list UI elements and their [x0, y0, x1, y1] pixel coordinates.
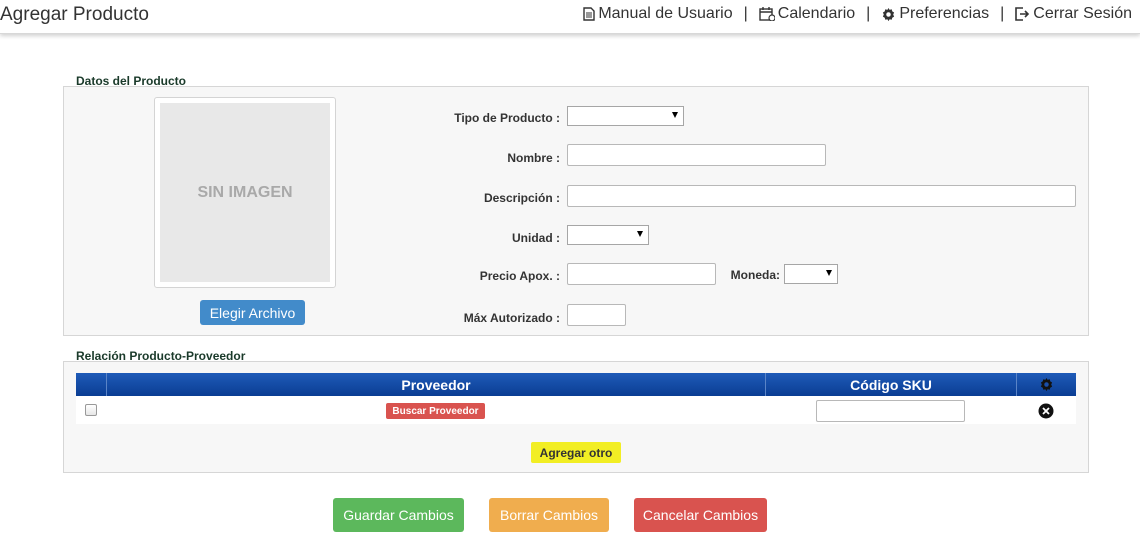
- description-label: Descripción :: [483, 191, 560, 205]
- calendar-icon: [759, 7, 775, 21]
- gear-icon: [883, 7, 895, 21]
- clear-button[interactable]: Borrar Cambios: [489, 498, 609, 532]
- price-label: Precio Apox. :: [479, 269, 560, 283]
- manual-link[interactable]: Manual de Usuario: [583, 5, 733, 23]
- chevron-down-icon: [826, 270, 832, 276]
- row-checkbox[interactable]: [85, 404, 97, 416]
- product-image: SIN IMAGEN: [154, 97, 336, 288]
- calendar-link[interactable]: Calendario: [759, 5, 855, 23]
- document-icon: [583, 7, 596, 21]
- preferences-link-label: Preferencias: [899, 5, 990, 22]
- sku-column-header: Código SKU: [766, 373, 1017, 396]
- table-row: Buscar Proveedor: [76, 396, 1076, 424]
- name-label: Nombre :: [507, 151, 560, 165]
- nav-separator: |: [1000, 5, 1005, 22]
- chevron-down-icon: [637, 231, 643, 237]
- preferences-link[interactable]: Preferencias: [881, 5, 989, 23]
- cancel-button[interactable]: Cancelar Cambios: [634, 498, 767, 532]
- choose-file-button[interactable]: Elegir Archivo: [200, 300, 305, 325]
- unit-label: Unidad :: [512, 231, 560, 245]
- type-label: Tipo de Producto :: [454, 111, 560, 125]
- select-column-header: [76, 373, 107, 396]
- name-input[interactable]: [567, 144, 826, 166]
- max-label: Máx Autorizado :: [463, 311, 560, 325]
- top-bar: Agregar Producto Manual de Usuario | Cal…: [0, 0, 1140, 34]
- logout-link[interactable]: Cerrar Sesión: [1015, 5, 1132, 23]
- add-another-button[interactable]: Agregar otro: [531, 442, 621, 463]
- chevron-down-icon: [672, 112, 678, 118]
- top-nav: Manual de Usuario | Calendario | Prefere…: [583, 5, 1132, 23]
- manual-link-label: Manual de Usuario: [598, 5, 733, 22]
- unit-select[interactable]: [567, 225, 649, 245]
- supplier-column-header: Proveedor: [107, 373, 766, 396]
- image-placeholder: SIN IMAGEN: [160, 103, 330, 282]
- page-title: Agregar Producto: [0, 4, 149, 25]
- price-input[interactable]: [567, 263, 716, 285]
- currency-select[interactable]: [784, 264, 838, 284]
- currency-label: Moneda:: [730, 268, 780, 282]
- nav-separator: |: [743, 5, 748, 22]
- logout-link-label: Cerrar Sesión: [1033, 5, 1132, 22]
- gear-icon: [1040, 377, 1053, 392]
- type-select[interactable]: [567, 106, 684, 126]
- max-input[interactable]: [567, 304, 626, 326]
- logout-icon: [1015, 7, 1030, 21]
- calendar-link-label: Calendario: [777, 5, 856, 22]
- nav-separator: |: [866, 5, 871, 22]
- description-input[interactable]: [567, 185, 1076, 207]
- search-supplier-button[interactable]: Buscar Proveedor: [386, 403, 485, 419]
- settings-column-header[interactable]: [1017, 373, 1076, 396]
- sku-input[interactable]: [816, 400, 965, 422]
- supplier-table-header: Proveedor Código SKU: [76, 373, 1076, 396]
- remove-icon[interactable]: [1038, 403, 1054, 419]
- save-button[interactable]: Guardar Cambios: [333, 498, 464, 532]
